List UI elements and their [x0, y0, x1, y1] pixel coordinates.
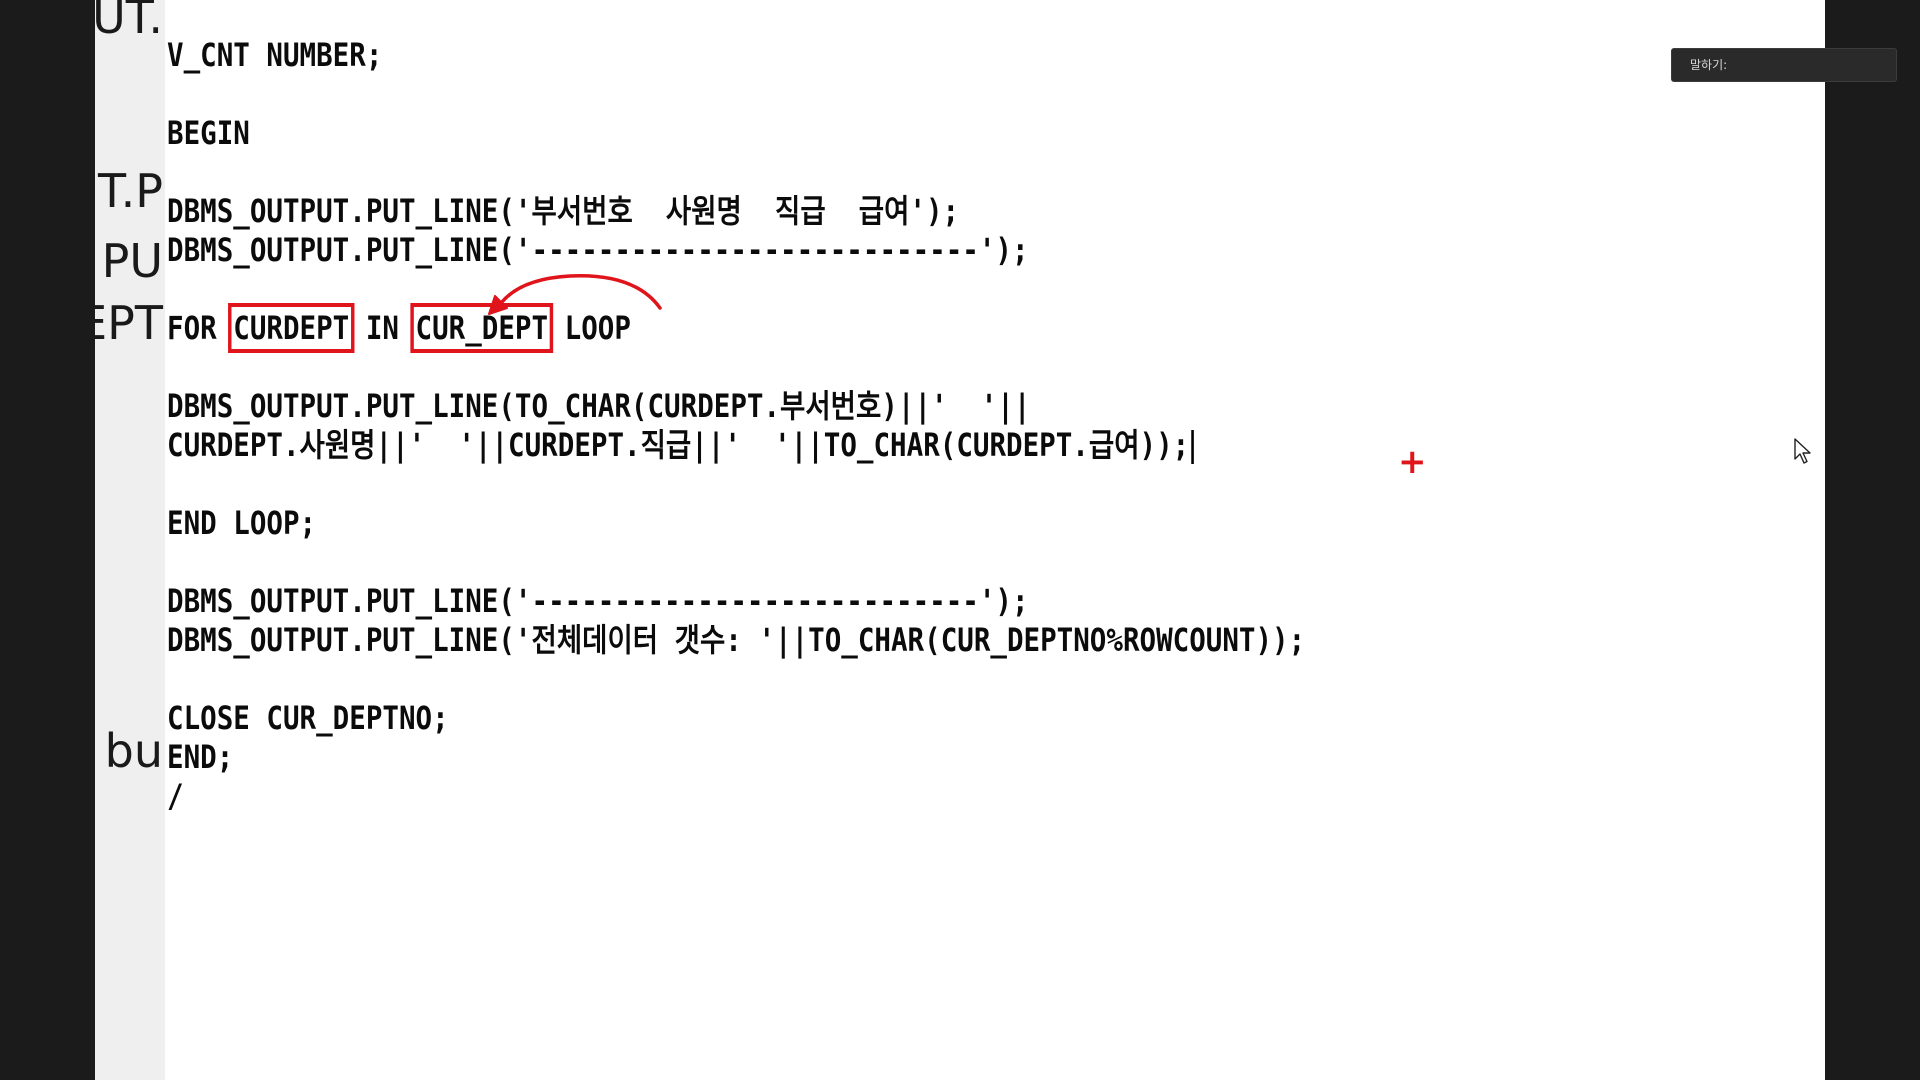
code-line: CLOSE CUR_DEPTNO;	[167, 699, 449, 737]
code-line-blank	[167, 543, 1305, 582]
screen: UT. T.P PU EPT bu V_CNT NUMBER; BEGIN DB…	[0, 0, 1920, 1080]
code-line-blank	[167, 465, 1305, 504]
background-fragment: EPT	[95, 296, 163, 350]
background-fragment: UT.	[95, 0, 163, 44]
code-editor[interactable]: V_CNT NUMBER; BEGIN DBMS_OUTPUT.PUT_LINE…	[165, 0, 1825, 1080]
speaking-label: 말하기:	[1690, 58, 1728, 72]
code-line-blank	[167, 153, 1305, 192]
code-line-blank	[167, 75, 1305, 114]
code-line-blank	[167, 270, 1305, 309]
code-line: END;	[167, 738, 234, 776]
annotation-plus-mark: +	[1398, 442, 1427, 482]
text-caret	[1190, 430, 1194, 464]
keyword-in: IN	[349, 309, 416, 347]
code-line: BEGIN	[167, 114, 250, 152]
code-line-with-caret: CURDEPT.사원명||' '||CURDEPT.직급||' '||TO_CH…	[167, 426, 1305, 465]
code-line: DBMS_OUTPUT.PUT_LINE('부서번호 사원명 직급 급여');	[167, 192, 960, 230]
code-line: DBMS_OUTPUT.PUT_LINE('전체데이터 갯수: '||TO_CH…	[167, 621, 1306, 659]
mouse-pointer-icon	[1794, 438, 1811, 464]
code-line: END LOOP;	[167, 504, 317, 542]
code-line: /	[167, 777, 184, 815]
speaking-indicator-panel: 말하기:	[1671, 48, 1897, 82]
code-line: DBMS_OUTPUT.PUT_LINE(TO_CHAR(CURDEPT.부서번…	[167, 387, 1031, 425]
code-line-blank	[167, 660, 1305, 699]
code-line-for-loop: FOR CURDEPT IN CUR_DEPT LOOP	[167, 303, 1305, 353]
background-window-strip: UT. T.P PU EPT bu	[95, 0, 167, 1080]
code-line: DBMS_OUTPUT.PUT_LINE('------------------…	[167, 231, 1029, 269]
background-fragment: T.P	[97, 164, 163, 218]
code-line: V_CNT NUMBER;	[167, 36, 383, 74]
code-line: DBMS_OUTPUT.PUT_LINE('------------------…	[167, 582, 1029, 620]
code-line-text: CURDEPT.사원명||' '||CURDEPT.직급||' '||TO_CH…	[167, 426, 1190, 464]
code-line-blank	[167, 348, 1305, 387]
keyword-loop: LOOP	[548, 309, 631, 347]
code-block: V_CNT NUMBER; BEGIN DBMS_OUTPUT.PUT_LINE…	[167, 36, 1491, 816]
background-fragment: bu	[104, 724, 163, 778]
highlight-box-cur-dept: CUR_DEPT	[410, 303, 554, 353]
keyword-for: FOR	[167, 309, 234, 347]
background-fragment: PU	[101, 234, 163, 288]
highlight-box-curdept: CURDEPT	[228, 303, 355, 353]
